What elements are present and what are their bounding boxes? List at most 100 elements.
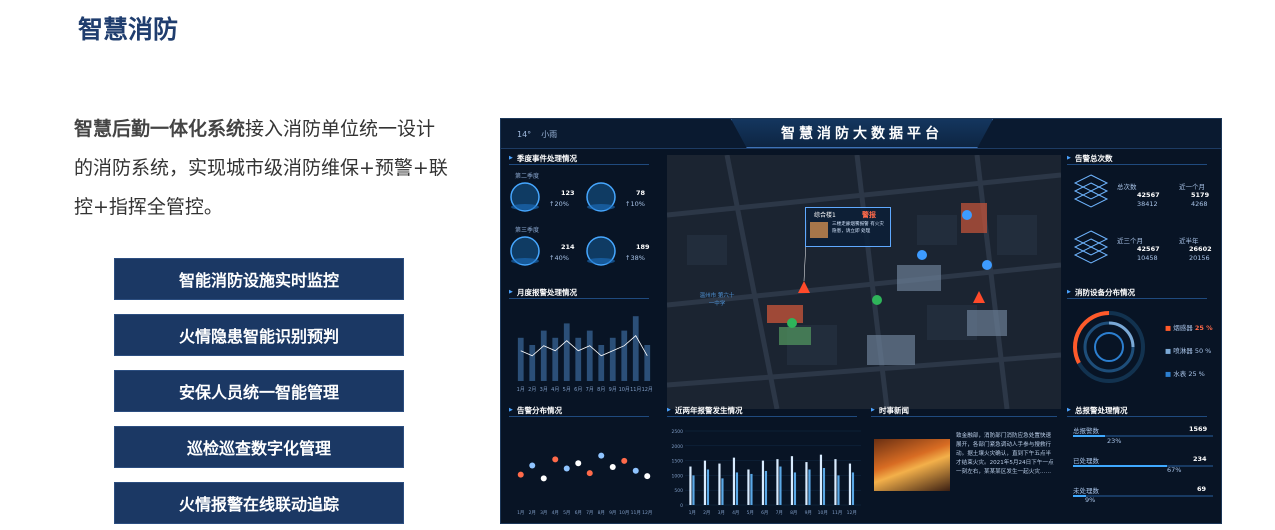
handling-bar-1	[1073, 465, 1213, 467]
scatter-point	[621, 457, 628, 464]
tick-label: 8月	[597, 387, 605, 393]
device-ring-chart	[1073, 311, 1145, 383]
two-year-bar	[848, 463, 852, 505]
tick-label: 8月	[598, 510, 605, 516]
tick-label: 3月	[540, 510, 547, 516]
monthly-bar	[644, 345, 651, 381]
tick-label: 10月	[619, 510, 629, 516]
two-year-bar	[764, 470, 768, 505]
monthly-bar	[609, 337, 616, 381]
handling-bar-0	[1073, 435, 1213, 437]
tick-label: 8月	[790, 510, 797, 516]
two-year-bar	[779, 466, 782, 505]
feature-button-alarm-tracking[interactable]: 火情报警在线联动追踪	[114, 482, 404, 524]
gauge-q3-a	[510, 236, 540, 266]
two-year-bar	[776, 459, 779, 505]
kpi-value: 123	[561, 189, 575, 197]
tick-label: 3月	[540, 387, 548, 393]
tick-label: 4月	[552, 510, 559, 516]
map-popup[interactable]: 综合楼1 警报 三楼走廊烟雾报警 有火灾隐患，请立即 处理	[805, 207, 891, 247]
alarm-total-label-2: 近三个月	[1117, 237, 1143, 245]
handling-label-2: 未处理数	[1073, 487, 1099, 495]
tick-label: 2月	[703, 510, 710, 516]
tick-label: 6月	[761, 510, 768, 516]
quarter-kpi-1-delta: ↑20%	[549, 200, 569, 208]
handling-value-1: 234	[1193, 455, 1207, 463]
kpi-value: 5179	[1191, 191, 1210, 199]
two-year-bar	[721, 478, 724, 505]
quarter-kpi-4-delta: ↑38%	[625, 254, 645, 262]
page-title: 智慧消防	[78, 15, 179, 44]
news-text[interactable]: 致金融部，消防部门消防应急处置快速展开，各部门紧急调动人手参与搜救行动。据土壤火…	[956, 432, 1056, 477]
tick-label: 9月	[609, 510, 616, 516]
tick-label: 7月	[776, 510, 783, 516]
handling-pct-0: 23%	[1107, 437, 1122, 445]
ring-sprinkler	[1108, 321, 1135, 348]
two-year-bar	[834, 459, 837, 505]
two-year-bar	[837, 475, 840, 505]
progress-fill	[1073, 435, 1106, 437]
panel-title-two-year: 近两年报警发生情况	[667, 405, 857, 417]
two-year-bar	[718, 463, 721, 505]
tick-label: 1月	[517, 387, 525, 393]
news-fire-image[interactable]	[874, 439, 950, 491]
tick-label: 2月	[529, 510, 536, 516]
scatter-point	[563, 465, 570, 472]
weather-desc: 小雨	[541, 130, 558, 139]
ring-smoke	[1073, 311, 1110, 364]
alarm-total-v1-2: 42567	[1137, 245, 1160, 253]
tick-label: 1月	[517, 510, 524, 516]
intro-strong: 智慧后勤一体化系统	[74, 118, 246, 140]
panel-title-news: 时事新闻	[871, 405, 1057, 417]
quarter-kpi-1: 123	[561, 189, 575, 197]
map-roads	[667, 155, 1061, 409]
tick-label: 1月	[689, 510, 696, 516]
city-map: 综合楼1 警报 三楼走廊烟雾报警 有火灾隐患，请立即 处理 温州市 第六十一中学	[667, 155, 1061, 409]
tick-label: 1000	[672, 473, 684, 479]
monthly-bar	[540, 330, 547, 381]
monthly-bar	[598, 345, 605, 381]
kpi-value: 42567	[1137, 191, 1160, 199]
device-pct: 50 %	[1194, 347, 1212, 355]
kpi-value: 78	[636, 189, 646, 197]
two-year-bar	[805, 462, 808, 505]
scatter-point	[517, 471, 524, 478]
two-year-bar	[747, 469, 750, 505]
kpi-value: 26602	[1189, 245, 1212, 253]
dashboard-title-box: 智慧消防大数据平台	[731, 119, 993, 148]
handling-pct-1: 67%	[1167, 466, 1182, 474]
popup-photo	[810, 222, 828, 238]
tick-label: 9月	[805, 510, 812, 516]
feature-button-security-staff[interactable]: 安保人员统一智能管理	[114, 370, 404, 412]
device-pct: 25 %	[1194, 324, 1213, 332]
popup-alarm: 警报	[862, 211, 876, 219]
intro-paragraph: 智慧后勤一体化系统接入消防单位统一设计的消防系统，实现城市级消防维保+预警+联控…	[74, 110, 454, 227]
kpi-value: 214	[561, 243, 575, 251]
feature-button-realtime-monitor[interactable]: 智能消防设施实时监控	[114, 258, 404, 300]
device-marker	[787, 318, 797, 328]
two-year-bar	[732, 457, 736, 505]
popup-text: 三楼走廊烟雾报警 有火灾隐患，请立即 处理	[832, 222, 884, 234]
progress-fill	[1073, 465, 1167, 467]
panel-title-device-distribution: 消防设备分布情况	[1067, 287, 1207, 299]
device-marker	[962, 210, 972, 220]
two-year-bar	[822, 468, 826, 505]
two-year-bar	[735, 472, 739, 505]
feature-button-hazard-detection[interactable]: 火情隐患智能识别预判	[114, 314, 404, 356]
scatter-point	[552, 456, 559, 463]
panel-title-alarm-distribution: 告警分布情况	[509, 405, 649, 417]
scatter-point	[598, 452, 605, 459]
monthly-bar	[632, 316, 639, 381]
tick-label: 12月	[642, 387, 653, 393]
alarm-total-v1-1: 5179	[1191, 191, 1209, 199]
gauge-q2-b	[586, 182, 616, 212]
alarm-distribution-chart: 1月 2月 3月 4月 5月 6月 7月 8月 9月 10月 11月 12月	[517, 452, 652, 516]
tick-label: 7月	[586, 387, 594, 393]
handling-value: 69	[1197, 485, 1207, 493]
scatter-point	[632, 467, 639, 474]
server-icon	[1073, 174, 1109, 264]
feature-button-patrol-digital[interactable]: 巡检巡查数字化管理	[114, 426, 404, 468]
scatter-point	[575, 460, 582, 467]
monthly-bar	[517, 337, 524, 381]
monthly-bar	[552, 337, 559, 381]
